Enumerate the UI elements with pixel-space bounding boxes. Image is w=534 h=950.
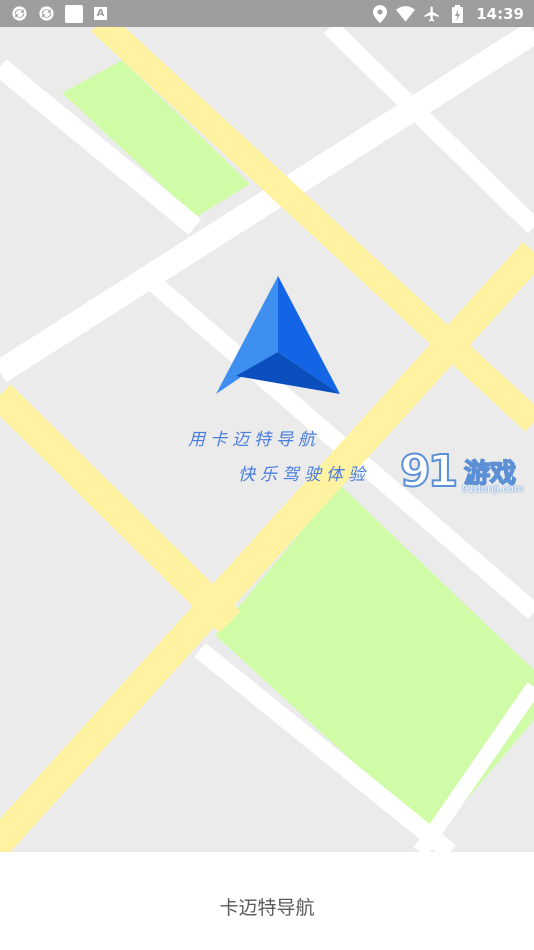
a-letter-icon: A	[91, 4, 110, 23]
watermark-number: 91	[399, 445, 459, 498]
sync-icon	[10, 4, 29, 23]
app-name: 卡迈特导航	[219, 897, 315, 919]
watermark-logo: 91 游戏 91danji.com	[399, 445, 534, 502]
status-bar-right: 14:39	[370, 4, 524, 23]
battery-icon	[448, 4, 467, 23]
slogan-line-1: 用卡迈特导航	[188, 430, 320, 450]
status-bar: A 14:39	[0, 0, 534, 27]
wifi-icon	[396, 4, 416, 23]
a-letter-text: A	[96, 8, 105, 19]
status-time: 14:39	[476, 4, 524, 23]
watermark-url: 91danji.com	[462, 484, 524, 495]
sync-icon	[37, 4, 56, 23]
slogan-line-2: 快乐驾驶体验	[238, 465, 370, 485]
navigation-arrow-icon	[214, 276, 342, 398]
airplane-icon	[422, 4, 441, 23]
white-square-icon	[64, 4, 83, 23]
location-pin-icon	[370, 4, 389, 23]
status-bar-left: A	[10, 4, 110, 23]
bottom-bar: 卡迈特导航	[0, 852, 534, 950]
